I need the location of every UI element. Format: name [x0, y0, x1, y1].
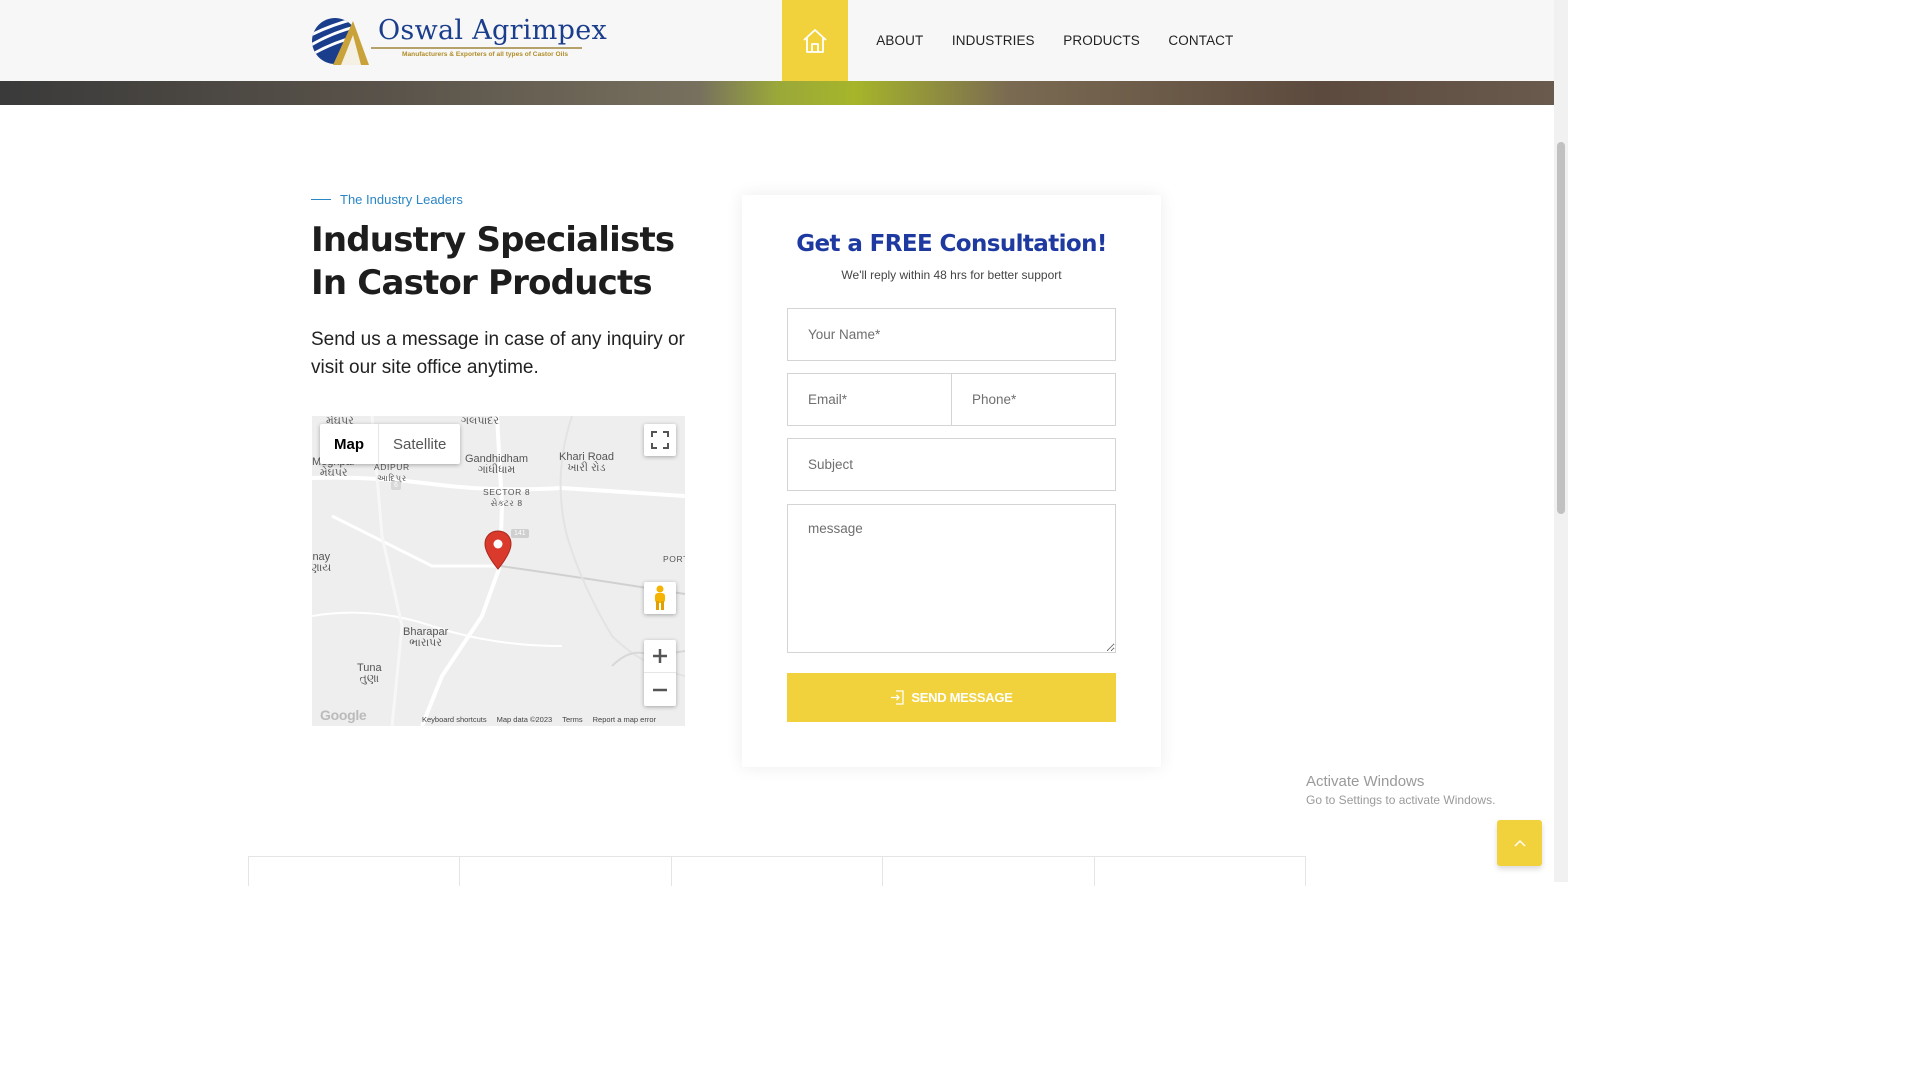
plus-icon: [653, 649, 667, 663]
road-badge-141: 141: [511, 529, 529, 538]
activate-title: Activate Windows: [1306, 773, 1425, 790]
zoom-controls: [644, 640, 676, 706]
windows-activation-watermark: Activate Windows Go to Settings to activ…: [1306, 773, 1495, 807]
message-textarea[interactable]: [787, 504, 1116, 653]
fullscreen-icon: [651, 431, 669, 449]
form-subtitle: We'll reply within 48 hrs for better sup…: [841, 268, 1062, 282]
activate-subtitle: Go to Settings to activate Windows.: [1306, 793, 1496, 807]
scrollbar-thumb[interactable]: [1557, 142, 1565, 514]
map-label-inay: inay ણાય: [312, 552, 331, 574]
road-badge-6: 6: [391, 481, 401, 490]
map-data-text: Map data ©2023: [496, 715, 553, 724]
keyboard-shortcuts-link[interactable]: Keyboard shortcuts: [422, 715, 487, 724]
home-icon: [803, 28, 827, 53]
headline-line-1: Industry Specialists: [311, 220, 675, 260]
logo-tagline: Manufacturers & Exporters of all types o…: [402, 51, 568, 58]
main-nav: ABOUT INDUSTRIES PRODUCTS CONTACT: [862, 0, 1248, 81]
map-label-khari-road: Khari Road ખારી રોડ: [559, 452, 614, 474]
map-label-bharapar: Bharapar ભારાપર: [403, 627, 448, 649]
eyebrow-text: The Industry Leaders: [340, 192, 463, 207]
headline-line-2: In Castor Products: [311, 263, 653, 303]
page-scrollbar[interactable]: [1554, 0, 1568, 882]
send-message-label: SEND MESSAGE: [911, 690, 1013, 705]
consultation-form-card: Get a FREE Consultation! We'll reply wit…: [742, 195, 1161, 767]
site-header: Oswal Agrimpex Manufacturers & Exporters…: [0, 0, 1554, 81]
map-pin-icon[interactable]: [484, 530, 512, 570]
report-map-error-link[interactable]: Report a map error: [593, 715, 656, 724]
map-label-inay-guj: ણાય: [312, 562, 332, 574]
form-title: Get a FREE Consultation!: [796, 231, 1107, 257]
logo-divider: [371, 47, 582, 49]
feature-cell: [1095, 857, 1305, 886]
feature-cell: [460, 857, 672, 886]
map-footer: Keyboard shortcuts Map data ©2023 Terms …: [422, 715, 656, 724]
map-label-tuna-guj: તુણા: [359, 673, 380, 685]
feature-cell: [883, 857, 1095, 886]
map-label-sector-8-guj: સેક્ટર 8: [490, 498, 523, 508]
fullscreen-button[interactable]: [644, 424, 676, 456]
section-eyebrow: The Industry Leaders: [311, 192, 463, 207]
map-label-gandhidham-guj: ગાંધીધામ: [477, 464, 516, 476]
name-input[interactable]: [787, 308, 1116, 361]
nav-products[interactable]: PRODUCTS: [1049, 33, 1154, 48]
street-view-button[interactable]: [644, 582, 676, 614]
pegman-icon: [655, 585, 665, 610]
page-headline: Industry Specialists In Castor Products: [311, 219, 711, 305]
home-button[interactable]: [782, 0, 848, 81]
scroll-to-top-button[interactable]: [1497, 820, 1542, 866]
subject-input[interactable]: [787, 438, 1116, 491]
send-message-button[interactable]: SEND MESSAGE: [787, 673, 1116, 722]
zoom-out-button[interactable]: [644, 673, 676, 706]
terms-link[interactable]: Terms: [562, 715, 582, 724]
eyebrow-line: [311, 199, 331, 200]
nav-contact[interactable]: CONTACT: [1154, 33, 1248, 48]
logo-mark-icon: [312, 18, 369, 65]
map-label-meghpar-guj: મેઘપર: [319, 467, 348, 479]
map-tab-map[interactable]: Map: [320, 424, 378, 464]
zoom-in-button[interactable]: [644, 640, 676, 673]
sign-in-icon: [891, 690, 905, 705]
map-label-bharapar-guj: ભારાપર: [409, 637, 442, 649]
map-label-khari-road-guj: ખારી રોડ: [567, 462, 606, 474]
brand-logo[interactable]: Oswal Agrimpex Manufacturers & Exporters…: [311, 8, 607, 66]
google-logo: Google: [320, 707, 367, 723]
email-input[interactable]: [787, 373, 952, 426]
map-type-tabs: Map Satellite: [320, 424, 461, 464]
map-label-tuna: Tuna તુણા: [357, 663, 382, 685]
nav-about[interactable]: ABOUT: [862, 33, 938, 48]
map-label-top-mid: ગલપાદર: [461, 416, 500, 427]
intro-text: Send us a message in case of any inquiry…: [311, 329, 685, 378]
map-label-gandhidham: Gandhidham ગાંધીધામ: [465, 454, 528, 476]
map-label-sector-8-en: SECTOR 8: [483, 487, 531, 497]
nav-industries[interactable]: INDUSTRIES: [938, 33, 1049, 48]
map-label-port: PORT: [663, 554, 685, 564]
phone-input[interactable]: [951, 373, 1116, 426]
map-tab-satellite[interactable]: Satellite: [378, 424, 460, 464]
feature-cell: [672, 857, 884, 886]
feature-strip: [248, 856, 1306, 886]
location-map[interactable]: મેઘપર ગલપાદર Meghpar મેઘપર ADIPUR આદિપુર…: [312, 416, 685, 726]
logo-name: Oswal Agrimpex: [378, 15, 608, 46]
minus-icon: [653, 688, 667, 691]
chevron-up-icon: [1513, 839, 1526, 847]
feature-cell: [249, 857, 461, 886]
map-label-sector-8: SECTOR 8 સેક્ટર 8: [483, 487, 530, 509]
